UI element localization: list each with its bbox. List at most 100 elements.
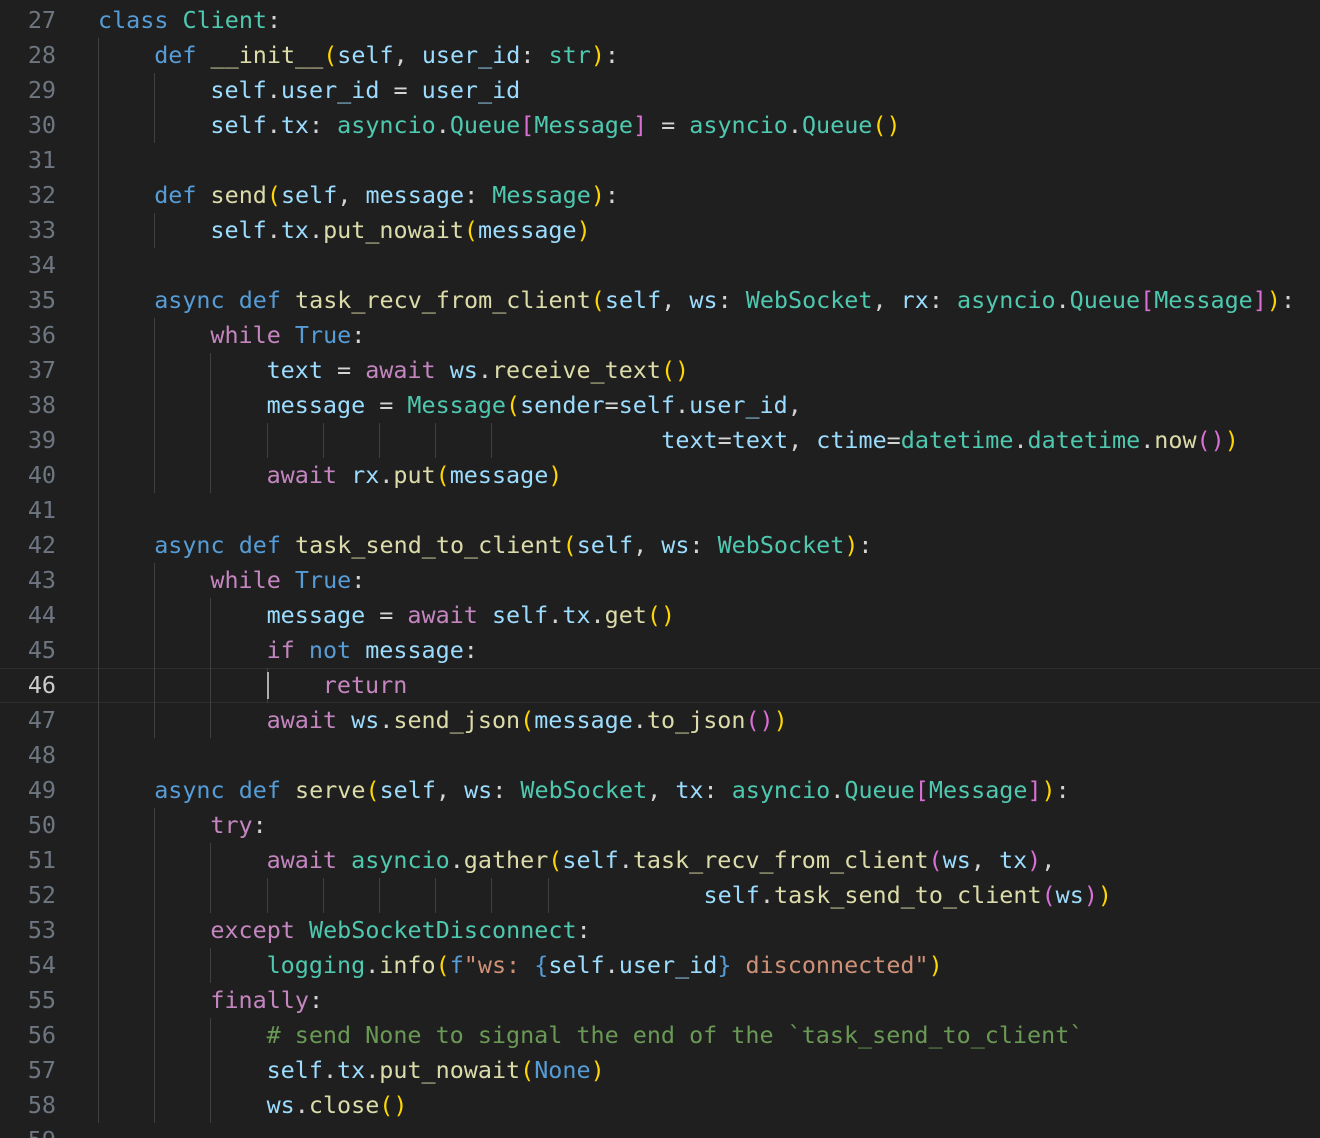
code-line[interactable]: 34 [0,248,1320,283]
token: Message [928,776,1028,804]
token: = [717,426,732,454]
code-line[interactable]: 42 async def task_send_to_client(self, ws… [0,528,1320,563]
code-line[interactable]: 29 self.user_id = user_id [0,73,1320,108]
token: send [210,181,267,209]
indent-guide [154,213,156,248]
code-line[interactable]: 52 self.task_send_to_client(ws)) [0,878,1320,913]
token: ctime [816,426,887,454]
token: Message [492,181,591,209]
code-text: self.tx.put_nowait(message) [210,213,590,248]
code-line[interactable]: 51 await asyncio.gather(self.task_recv_fr… [0,843,1320,878]
indent-guide [154,843,156,878]
code-line[interactable]: 27 class Client: [0,3,1320,38]
token: tx [280,111,309,139]
code-line[interactable]: 37 text = await ws.receive_text() [0,353,1320,388]
line-number: 38 [27,391,56,419]
code-line[interactable]: 49 async def serve(self, ws: WebSocket, t… [0,773,1320,808]
code-text: message = Message(sender=self.user_id, [267,388,802,423]
token: Queue [844,776,915,804]
indent-guide [210,388,212,423]
token: Queue [801,111,873,139]
code-line[interactable]: 33 self.tx.put_nowait(message) [0,213,1320,248]
line-number: 35 [27,286,56,314]
code-line[interactable]: 41 [0,493,1320,528]
token: if [266,636,295,664]
code-line[interactable]: 50 try: [0,808,1320,843]
token: : [703,776,732,804]
indent-guide [98,248,99,283]
token: self [703,881,760,909]
code-line[interactable]: 43 while True: [0,563,1320,598]
code-line[interactable]: 44 message = await self.tx.get() [0,598,1320,633]
token: , [970,846,999,874]
token: async [154,531,225,559]
code-line[interactable]: 48 [0,738,1320,773]
token: ( [365,776,380,804]
indent-guide [98,493,99,528]
code-line[interactable]: 32 def send(self, message: Message): [0,178,1320,213]
indent-guide [154,563,156,598]
token: Message [534,111,633,139]
token: . [1055,286,1070,314]
indent-guide [98,563,99,598]
code-text: self.user_id = user_id [210,73,520,108]
code-line[interactable]: 40 await rx.put(message) [0,458,1320,493]
token: . [1013,426,1028,454]
code-line[interactable]: 57 self.tx.put_nowait(None) [0,1053,1320,1088]
line-number: 31 [27,146,56,174]
token: asyncio [689,111,788,139]
token: . [322,1056,338,1084]
code-line[interactable]: 54 logging.info(f"ws: {self.user_id} disc… [0,948,1320,983]
indent-guide [98,773,99,808]
token: while [210,321,281,349]
code-text: text = await ws.receive_text() [267,353,690,388]
code-text: await asyncio.gather(self.task_recv_from… [267,843,1056,878]
token: self [618,391,676,419]
code-text: self.tx.put_nowait(None) [267,1053,605,1088]
code-line[interactable]: 30 self.tx: asyncio.Queue[Message] = asyn… [0,108,1320,143]
code-line[interactable]: 58 ws.close() [0,1088,1320,1123]
indent-guide [98,528,99,563]
code-line[interactable]: 36 while True: [0,318,1320,353]
code-line[interactable]: 55 finally: [0,983,1320,1018]
code-line[interactable]: 31 [0,143,1320,178]
token: : [308,986,324,1014]
code-line[interactable]: 59 [0,1123,1320,1138]
code-line[interactable]: 39 text=text, ctime=datetime.datetime.no… [0,423,1320,458]
token: . [294,1091,309,1119]
token: user_id [689,391,788,419]
token: task_send_to_client [773,881,1042,909]
code-line[interactable]: 45 if not message: [0,633,1320,668]
token: Message [1154,286,1253,314]
code-editor[interactable]: 27 class Client: 28 def __init__(self, user… [0,0,1320,1138]
code-text: logging.info(f"ws: {self.user_id} discon… [267,948,943,983]
text-cursor [266,672,269,699]
indent-guide [210,353,212,388]
code-line[interactable]: 56 # send None to signal the end of the `… [0,1018,1320,1053]
code-line[interactable]: 46 return [0,668,1320,703]
code-text: await ws.send_json(message.to_json()) [267,703,788,738]
token: ) [844,531,859,559]
code-line[interactable]: 28 def __init__(self, user_id: str): [0,38,1320,73]
code-line[interactable]: 35 async def task_recv_from_client(self, … [0,283,1320,318]
token: : [1280,286,1296,314]
code-line[interactable]: 47 await ws.send_json(message.to_json()) [0,703,1320,738]
token: "ws: [463,951,535,979]
token: asyncio [731,776,831,804]
indent-guide [154,73,156,108]
token: ) [590,41,605,69]
code-line[interactable]: 53 except WebSocketDisconnect: [0,913,1320,948]
token: self [337,41,394,69]
code-text: class Client: [98,3,281,38]
token: message [534,706,633,734]
indent-guide [154,353,156,388]
token: get [604,601,647,629]
code-line[interactable]: 38 message = Message(sender=self.user_id, [0,388,1320,423]
token: ( [928,846,943,874]
indent-guide [98,388,99,423]
